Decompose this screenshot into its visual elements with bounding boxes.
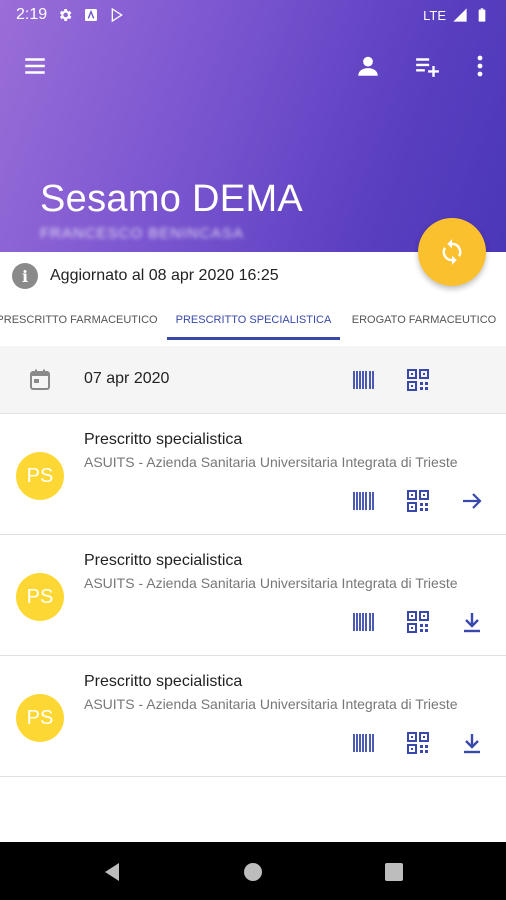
settings-icon [60,9,72,21]
download-icon [464,613,480,633]
barcode-button[interactable] [351,730,377,756]
open-detail-button[interactable] [459,488,485,514]
item-subtitle: ASUITS - Azienda Sanitaria Universitaria… [84,696,458,712]
barcode-icon [353,613,374,631]
more-vert-icon [477,55,483,77]
network-type: LTE [423,7,446,23]
info-icon: i [12,263,38,289]
system-navigation-bar [0,842,506,900]
user-name: FRANCESCO BENINCASA [40,225,245,242]
avatar: PS [16,452,64,500]
avatar: PS [16,573,64,621]
download-button[interactable] [459,609,485,635]
last-updated: i Aggiornato al 08 apr 2020 16:25 [12,262,279,290]
item-subtitle: ASUITS - Azienda Sanitaria Universitaria… [84,575,458,591]
qr-code-icon [407,732,429,754]
arrow-forward-icon [463,493,482,509]
app-title: Sesamo DEMA [40,178,304,220]
item-title: Prescritto specialistica [84,552,243,569]
recents-button[interactable] [382,860,406,884]
tab-bar: Prescritto farmaceutico Prescritto speci… [0,300,506,340]
battery-icon [478,8,486,22]
back-triangle-icon [105,863,119,881]
sync-icon [442,239,462,265]
person-icon [358,56,378,76]
overflow-menu-button[interactable] [462,48,498,84]
menu-button[interactable] [17,48,53,84]
item-subtitle: ASUITS - Azienda Sanitaria Universitaria… [84,454,458,470]
home-button[interactable] [241,860,265,884]
tab-indicator [167,337,340,340]
refresh-button[interactable] [418,218,486,286]
qr-code-icon [407,490,429,512]
back-button[interactable] [100,860,124,884]
prescription-item[interactable]: PS Prescritto specialistica ASUITS - Azi… [0,657,506,777]
status-bar: 2:19 LTE [0,0,506,30]
calendar-icon [30,369,50,390]
barcode-icon [353,371,374,389]
barcode-icon [353,492,374,510]
app-header: 2:19 LTE Sesamo DEMA FRANCESCO BENINCASA [0,0,506,252]
item-title: Prescritto specialistica [84,673,243,690]
qrcode-button[interactable] [405,609,431,635]
playlist-add-icon [416,58,439,77]
prescription-item[interactable]: PS Prescritto specialistica ASUITS - Azi… [0,536,506,656]
profile-button[interactable] [350,48,386,84]
tab-prescritto-farmaceutico[interactable]: Prescritto farmaceutico [0,300,158,340]
barcode-icon [353,734,374,752]
download-button[interactable] [459,730,485,756]
qrcode-button[interactable] [405,730,431,756]
status-time: 2:19 [16,6,48,23]
qrcode-button[interactable] [405,488,431,514]
last-updated-text: Aggiornato al 08 apr 2020 16:25 [50,267,279,284]
tab-erogato-farmaceutico[interactable]: Erogato farmaceutico [350,300,498,340]
download-icon [464,734,480,754]
qrcode-all-button[interactable] [405,367,431,393]
barcode-all-button[interactable] [351,367,377,393]
hamburger-menu-icon [25,58,45,74]
play-store-icon [111,7,124,23]
home-circle-icon [244,863,262,881]
tab-prescritto-specialistica[interactable]: Prescritto specialistica [167,300,340,340]
qr-code-icon [407,611,429,633]
barcode-button[interactable] [351,488,377,514]
app-notification-icon [85,9,98,21]
date-label: 07 apr 2020 [84,370,170,387]
signal-icon [453,8,467,22]
recents-square-icon [385,863,403,881]
item-title: Prescritto specialistica [84,431,243,448]
toolbar [0,48,506,84]
barcode-button[interactable] [351,609,377,635]
add-prescription-button[interactable] [409,48,445,84]
date-group-header: 07 apr 2020 [0,346,506,414]
prescription-item[interactable]: PS Prescritto specialistica ASUITS - Azi… [0,415,506,535]
avatar: PS [16,694,64,742]
qr-code-icon [407,369,429,391]
